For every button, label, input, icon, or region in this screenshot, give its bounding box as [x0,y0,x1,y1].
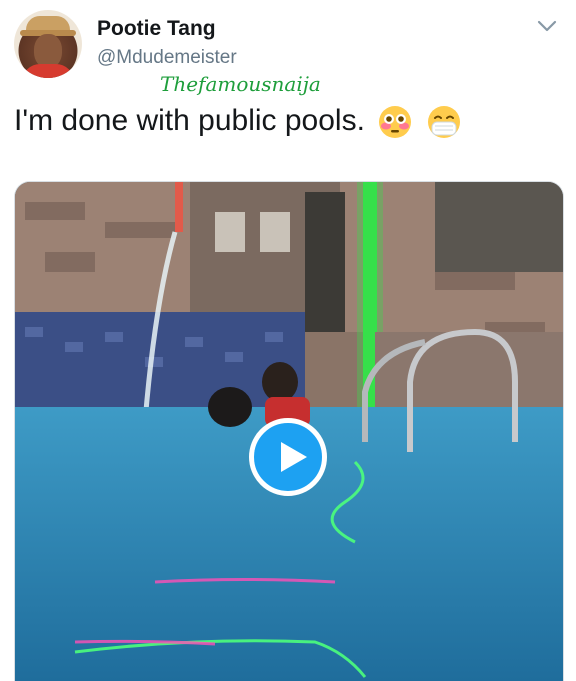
watermark-text: Thefamousnaija [160,72,321,96]
face-shape [34,34,62,68]
play-icon [281,442,307,472]
tweet-text-row: I'm done with public pools. [14,104,462,140]
chevron-down-icon[interactable] [536,18,558,34]
user-display-name[interactable]: Pootie Tang [97,17,216,41]
video-player[interactable] [14,181,564,681]
user-handle[interactable]: @Mdudemeister [97,47,237,69]
face-with-medical-mask-emoji-icon [427,106,460,139]
shirt-shape [22,64,74,78]
flushed-face-emoji-icon [379,106,412,139]
play-button[interactable] [249,418,327,496]
tweet-text: I'm done with public pools. [14,104,365,137]
avatar[interactable] [14,10,82,78]
